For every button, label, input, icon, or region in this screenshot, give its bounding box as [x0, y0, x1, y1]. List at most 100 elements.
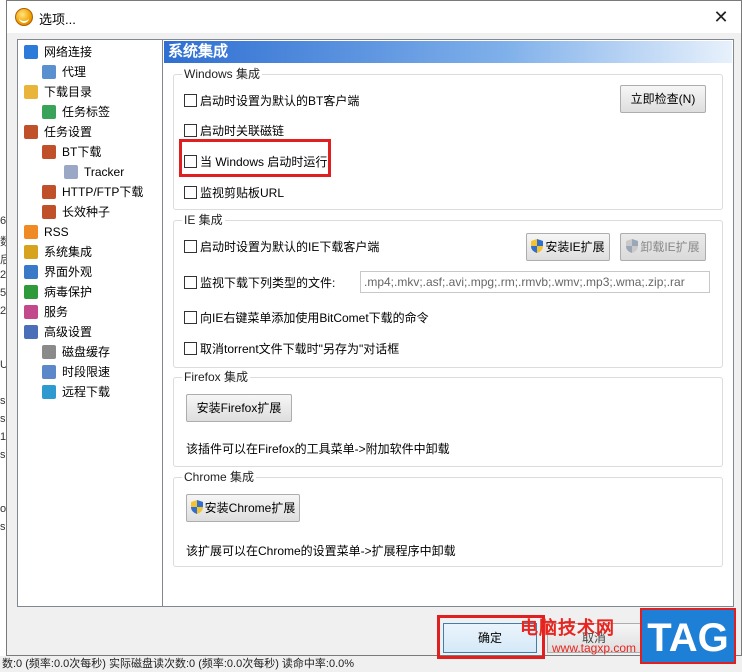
checkbox-label: 监视剪贴板URL	[200, 186, 285, 200]
group-title: IE 集成	[182, 213, 225, 227]
check-now-button[interactable]: 立即检查(N)	[620, 85, 706, 113]
folder-icon	[24, 85, 38, 99]
bitcomet-icon	[15, 8, 33, 26]
options-dialog: 选项... ✕ 网络连接代理下载目录任务标签任务设置 BT下载 Tracker HTT…	[6, 0, 742, 659]
tree-item-label: 任务标签	[62, 105, 111, 119]
tree-item-label: 网络连接	[44, 45, 93, 59]
tree-item[interactable]: 任务标签	[18, 102, 162, 122]
checkbox-box[interactable]	[184, 240, 197, 253]
firefox-integration-group: Firefox 集成 安装Firefox扩展 该插件可以在Firefox的工具菜…	[173, 370, 723, 467]
default-ie-checkbox[interactable]: 启动时设置为默认的IE下载客户端	[184, 239, 379, 255]
startup-highlight-box	[179, 139, 331, 177]
tree-item[interactable]: 磁盘缓存	[18, 342, 162, 362]
uac-shield-icon	[190, 497, 203, 514]
clipboard-icon	[42, 205, 56, 219]
tree-item[interactable]: 代理	[18, 62, 162, 82]
install-firefox-button[interactable]: 安装Firefox扩展	[186, 394, 292, 422]
disk-icon	[42, 345, 56, 359]
settings-tree[interactable]: 网络连接代理下载目录任务标签任务设置 BT下载 Tracker HTTP/FTP下载长…	[17, 39, 163, 607]
install-ie-button[interactable]: 安装IE扩展	[526, 233, 610, 261]
checkbox-box[interactable]	[184, 186, 197, 199]
users-icon	[24, 305, 38, 319]
tree-item[interactable]: RSS	[18, 222, 162, 242]
tree-item[interactable]: BT下载	[18, 142, 162, 162]
uninstall-ie-label: 卸载IE扩展	[640, 240, 700, 254]
watermark-site-name: 电脑技术网	[520, 618, 615, 638]
tree-item[interactable]: 高级设置	[18, 322, 162, 342]
tree-item[interactable]: 网络连接	[18, 42, 162, 62]
advanced-icon	[24, 325, 38, 339]
tree-item-label: BT下载	[62, 145, 102, 159]
uac-shield-icon	[531, 236, 544, 253]
tree-item-label: 系统集成	[44, 245, 93, 259]
tree-item[interactable]: 系统集成	[18, 242, 162, 262]
checkbox-box[interactable]	[184, 276, 197, 289]
ie-context-menu-checkbox[interactable]: 向IE右键菜单添加使用BitComet下载的命令	[184, 310, 429, 326]
tree-item-label: 磁盘缓存	[62, 345, 111, 359]
ie-integration-group: IE 集成 启动时设置为默认的IE下载客户端 安装IE扩展 卸载IE扩展 监视下…	[173, 213, 723, 368]
checkbox-label: 取消torrent文件下载时"另存为"对话框	[200, 342, 400, 356]
rss-icon	[24, 225, 38, 239]
speed-icon	[42, 365, 56, 379]
shield-icon	[24, 285, 38, 299]
tree-item[interactable]: 远程下载	[18, 382, 162, 402]
panel-title: 系统集成	[164, 41, 732, 63]
cancel-saveas-checkbox[interactable]: 取消torrent文件下载时"另存为"对话框	[184, 341, 399, 357]
tree-item[interactable]: 病毒保护	[18, 282, 162, 302]
magnet-link-checkbox[interactable]: 启动时关联磁链	[184, 123, 284, 139]
watermark-url: www.tagxp.com	[552, 641, 637, 655]
group-title: Windows 集成	[182, 67, 263, 81]
firefox-note: 该插件可以在Firefox的工具菜单->附加软件中卸载	[186, 442, 450, 456]
monitor-file-types-checkbox[interactable]: 监视下载下列类型的文件:	[184, 275, 335, 291]
uac-shield-icon	[626, 236, 639, 253]
tree-item-label: HTTP/FTP下载	[62, 185, 144, 199]
window-title: 选项...	[39, 12, 76, 27]
tree-item-label: 病毒保护	[44, 285, 93, 299]
server-icon	[64, 165, 78, 179]
tree-item-label: 界面外观	[44, 265, 93, 279]
tree-item-label: 长效种子	[62, 205, 111, 219]
tree-item[interactable]: HTTP/FTP下载	[18, 182, 162, 202]
checkbox-box[interactable]	[184, 94, 197, 107]
checkbox-label: 监视下载下列类型的文件:	[200, 276, 336, 290]
checkbox-label: 启动时设置为默认的BT客户端	[200, 94, 360, 108]
tree-item-label: 高级设置	[44, 325, 93, 339]
tree-item[interactable]: 服务	[18, 302, 162, 322]
tree-item-label: 时段限速	[62, 365, 111, 379]
clipboard-monitor-checkbox[interactable]: 监视剪贴板URL	[184, 185, 284, 201]
tree-item-label: 服务	[44, 305, 69, 319]
checkbox-box[interactable]	[184, 124, 197, 137]
checkbox-label: 向IE右键菜单添加使用BitComet下载的命令	[200, 311, 429, 325]
palette-icon	[24, 265, 38, 279]
install-chrome-button[interactable]: 安装Chrome扩展	[186, 494, 300, 522]
integration-icon	[24, 245, 38, 259]
checkbox-label: 启动时关联磁链	[200, 124, 285, 138]
default-bt-checkbox[interactable]: 启动时设置为默认的BT客户端	[184, 93, 359, 109]
tree-item[interactable]: 时段限速	[18, 362, 162, 382]
group-title: Firefox 集成	[182, 370, 251, 384]
tree-item-label: 任务设置	[44, 125, 93, 139]
tag-icon	[42, 105, 56, 119]
tree-item[interactable]: 界面外观	[18, 262, 162, 282]
chrome-integration-group: Chrome 集成 安装Chrome扩展 该扩展可以在Chrome的设置菜单->…	[173, 470, 723, 567]
tree-item[interactable]: Tracker	[18, 162, 162, 182]
tree-item-label: RSS	[44, 225, 69, 239]
tree-item[interactable]: 下载目录	[18, 82, 162, 102]
checkbox-box[interactable]	[184, 342, 197, 355]
chrome-note: 该扩展可以在Chrome的设置菜单->扩展程序中卸载	[186, 544, 456, 558]
clipboard-icon	[24, 125, 38, 139]
close-button[interactable]: ✕	[709, 5, 733, 29]
tree-item-label: 代理	[62, 65, 87, 79]
tree-item[interactable]: 长效种子	[18, 202, 162, 222]
clipboard-icon	[42, 185, 56, 199]
clipboard-icon	[42, 145, 56, 159]
checkbox-box[interactable]	[184, 311, 197, 324]
remote-icon	[42, 385, 56, 399]
tree-item-label: 下载目录	[44, 85, 93, 99]
proxy-icon	[42, 65, 56, 79]
tree-item-label: 远程下载	[62, 385, 111, 399]
tree-item[interactable]: 任务设置	[18, 122, 162, 142]
background-status-bar: 数:0 (频率:0.0次每秒) 实际磁盘读次数:0 (频率:0.0次每秒) 读命…	[0, 656, 742, 672]
file-types-input[interactable]: .mp4;.mkv;.asf;.avi;.mpg;.rm;.rmvb;.wmv;…	[360, 271, 710, 293]
title-bar: 选项... ✕	[7, 1, 741, 33]
